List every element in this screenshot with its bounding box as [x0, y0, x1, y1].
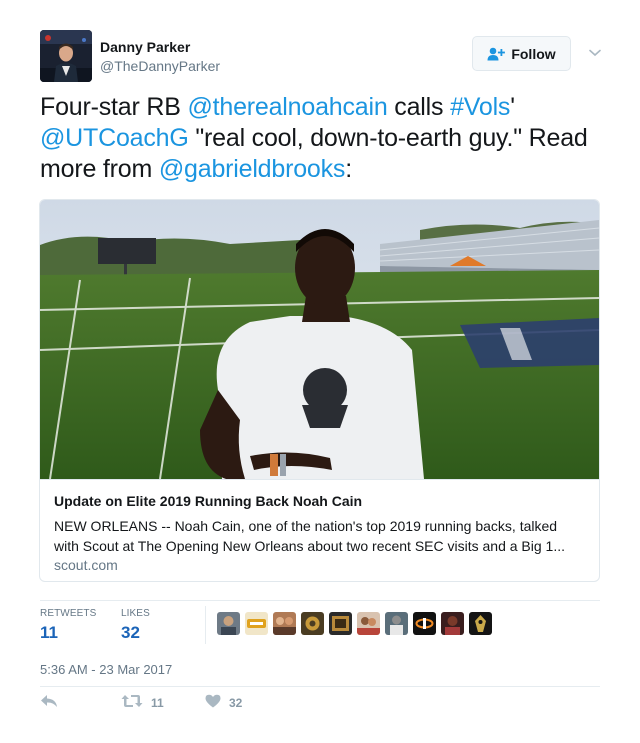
- link-card[interactable]: Update on Elite 2019 Running Back Noah C…: [39, 199, 600, 582]
- add-user-icon: [487, 47, 506, 61]
- tweet-text-segment: :: [345, 155, 352, 183]
- tweet-text-segment: Four-star RB: [40, 93, 188, 121]
- tweet-text: Four-star RB @therealnoahcain calls #Vol…: [40, 92, 600, 185]
- retweets-stat[interactable]: RETWEETS 11: [40, 608, 96, 643]
- tweet-container: Danny Parker @TheDannyParker Follow Four…: [0, 0, 640, 743]
- liker-avatar[interactable]: [217, 612, 240, 635]
- likes-label: LIKES: [121, 608, 150, 619]
- liker-avatar[interactable]: [469, 612, 492, 635]
- liker-avatar[interactable]: [301, 612, 324, 635]
- retweets-count: 11: [40, 623, 58, 642]
- card-image[interactable]: [40, 200, 599, 479]
- like-count: 32: [229, 696, 243, 710]
- liker-avatar[interactable]: [385, 612, 408, 635]
- tweet-text-segment: ': [510, 93, 515, 121]
- likes-count: 32: [121, 623, 140, 642]
- follow-button-label: Follow: [511, 45, 556, 62]
- retweet-icon: [121, 694, 143, 713]
- card-body: Update on Elite 2019 Running Back Noah C…: [40, 479, 599, 581]
- likes-stat[interactable]: LIKES 32: [121, 608, 150, 643]
- liker-avatar[interactable]: [413, 612, 436, 635]
- tweet-text-segment: calls: [387, 93, 451, 121]
- retweet-button[interactable]: 11: [121, 693, 164, 713]
- liker-avatar[interactable]: [441, 612, 464, 635]
- retweets-label: RETWEETS: [40, 608, 97, 619]
- card-description-line-2: with Scout at The Opening New Orleans ab…: [54, 538, 566, 554]
- card-title[interactable]: Update on Elite 2019 Running Back Noah C…: [54, 493, 362, 509]
- divider: [40, 600, 600, 601]
- heart-icon: [205, 694, 221, 713]
- card-description: NEW ORLEANS -- Noah Cain, one of the nat…: [54, 516, 589, 556]
- chevron-down-icon[interactable]: [588, 46, 602, 60]
- liker-avatar[interactable]: [329, 612, 352, 635]
- tweet-link[interactable]: @therealnoahcain: [187, 93, 387, 121]
- tweet-timestamp[interactable]: 5:36 AM - 23 Mar 2017: [40, 662, 172, 677]
- tweet-link[interactable]: #Vols: [450, 93, 510, 121]
- avatar[interactable]: [40, 30, 92, 82]
- user-handle[interactable]: @TheDannyParker: [100, 58, 220, 74]
- liker-avatar[interactable]: [357, 612, 380, 635]
- reply-button[interactable]: [40, 693, 58, 713]
- card-domain: scout.com: [54, 557, 118, 573]
- user-name[interactable]: Danny Parker: [100, 39, 190, 55]
- liker-avatar[interactable]: [245, 612, 268, 635]
- stats-separator: [205, 606, 206, 644]
- retweet-count: 11: [151, 696, 164, 710]
- card-description-line-1: NEW ORLEANS -- Noah Cain, one of the nat…: [54, 518, 558, 534]
- liker-avatars: [217, 612, 492, 635]
- reply-icon: [40, 694, 58, 713]
- follow-button[interactable]: Follow: [472, 36, 571, 71]
- tweet-link[interactable]: @gabrieldbrooks: [159, 155, 346, 183]
- tweet-link[interactable]: @UTCoachG: [40, 124, 189, 152]
- divider: [40, 686, 600, 687]
- like-button[interactable]: 32: [205, 693, 242, 713]
- liker-avatar[interactable]: [273, 612, 296, 635]
